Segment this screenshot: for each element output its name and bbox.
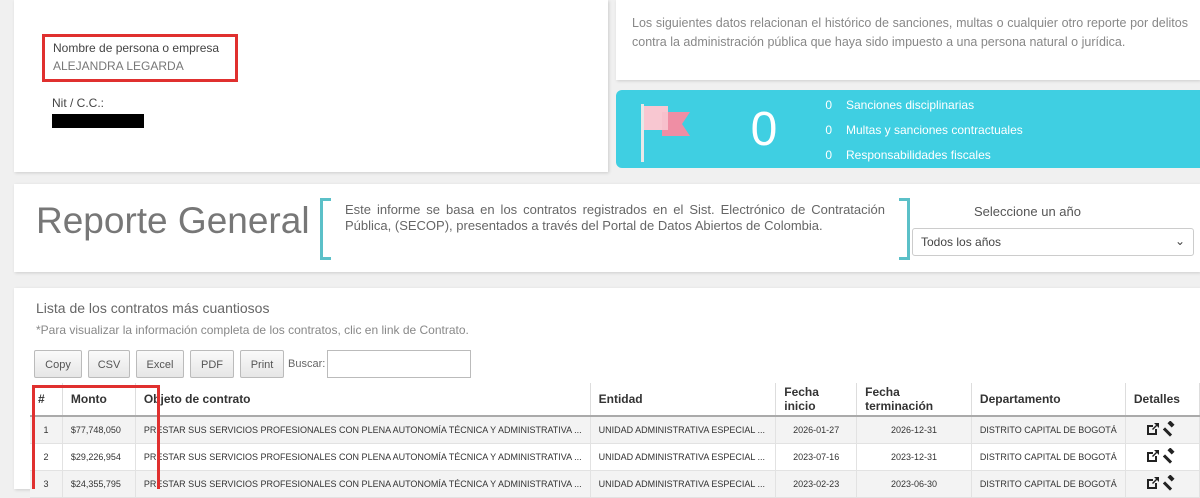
row-departamento: DISTRITO CAPITAL DE BOGOTÁ	[971, 443, 1126, 471]
nit-redacted-value	[52, 114, 144, 128]
chevron-down-icon: ⌄	[1174, 234, 1185, 248]
table-row: 1 $77,748,050 PRESTAR SUS SERVICIOS PROF…	[30, 416, 1200, 444]
contracts-card: Lista de los contratos más cuantiosos *P…	[14, 288, 1200, 498]
stats-card: 0 0 Sanciones disciplinarias 0 Multas y sa…	[616, 90, 1200, 168]
gavel-icon[interactable]	[1163, 448, 1179, 464]
row-departamento: DISTRITO CAPITAL DE BOGOTÁ	[971, 470, 1126, 498]
row-monto: $29,226,954	[62, 443, 136, 471]
row-fecha-fin: 2026-12-31	[856, 416, 972, 444]
row-departamento: DISTRITO CAPITAL DE BOGOTÁ	[971, 416, 1126, 444]
flag-icon	[641, 104, 690, 162]
copy-button[interactable]: Copy	[34, 350, 82, 378]
year-select-label: Seleccione un año	[974, 204, 1081, 219]
stat-label: Sanciones disciplinarias	[846, 98, 975, 112]
stat-count: 0	[825, 148, 832, 162]
column-header[interactable]: Entidad	[590, 383, 777, 417]
person-card: Nombre de persona o empresa ALEJANDRA LE…	[14, 0, 608, 172]
person-name-label: Nombre de persona o empresa	[53, 41, 220, 55]
external-link-icon[interactable]	[1145, 421, 1161, 437]
stat-sanciones-disciplinarias: 0 Sanciones disciplinarias	[812, 98, 974, 112]
table-row: 3 $24,355,795 PRESTAR SUS SERVICIOS PROF…	[30, 470, 1200, 498]
column-header[interactable]: Objeto de contrato	[135, 383, 591, 417]
row-fecha-inicio: 2023-07-16	[775, 443, 858, 471]
row-objeto-link[interactable]: PRESTAR SUS SERVICIOS PROFESIONALES CON …	[135, 470, 591, 498]
report-description: Este informe se basa en los contratos re…	[345, 202, 885, 233]
contracts-table: # Monto Objeto de contrato Entidad Fecha…	[30, 383, 1200, 498]
column-header[interactable]: Fecha inicio	[775, 383, 858, 417]
row-number: 2	[30, 443, 63, 471]
nit-label: Nit / C.C.:	[52, 96, 105, 110]
row-entidad: UNIDAD ADMINISTRATIVA ESPECIAL ...	[590, 470, 777, 498]
stat-count: 0	[825, 123, 832, 137]
gavel-icon[interactable]	[1163, 421, 1179, 437]
report-title: Reporte General	[36, 200, 310, 241]
year-select[interactable]: Todos los años ⌄	[912, 228, 1194, 256]
contracts-list-title: Lista de los contratos más cuantiosos	[36, 300, 270, 316]
row-objeto-link[interactable]: PRESTAR SUS SERVICIOS PROFESIONALES CON …	[135, 416, 591, 444]
column-header[interactable]: Detalles	[1125, 383, 1200, 417]
search-label: Buscar:	[288, 358, 326, 370]
row-objeto-link[interactable]: PRESTAR SUS SERVICIOS PROFESIONALES CON …	[135, 443, 591, 471]
external-link-icon[interactable]	[1145, 448, 1161, 464]
row-monto: $24,355,795	[62, 470, 136, 498]
year-selected-value: Todos los años	[921, 235, 1002, 249]
row-fecha-inicio: 2026-01-27	[775, 416, 858, 444]
report-description-bracket: Este informe se basa en los contratos re…	[320, 198, 910, 260]
table-row: 2 $29,226,954 PRESTAR SUS SERVICIOS PROF…	[30, 443, 1200, 471]
row-entidad: UNIDAD ADMINISTRATIVA ESPECIAL ...	[590, 416, 777, 444]
contracts-list-note: *Para visualizar la información completa…	[36, 323, 469, 337]
row-fecha-inicio: 2023-02-23	[775, 470, 858, 498]
row-number: 1	[30, 416, 63, 444]
stat-responsabilidades-fiscales: 0 Responsabilidades fiscales	[812, 148, 991, 162]
table-header-row: # Monto Objeto de contrato Entidad Fecha…	[30, 383, 1200, 417]
row-detalles	[1125, 416, 1200, 444]
column-header[interactable]: Departamento	[971, 383, 1126, 417]
column-header[interactable]: Monto	[62, 383, 136, 417]
print-button[interactable]: Print	[240, 350, 284, 378]
row-detalles	[1125, 470, 1200, 498]
person-name-value: ALEJANDRA LEGARDA	[53, 59, 184, 73]
search-input[interactable]	[327, 350, 471, 378]
row-fecha-fin: 2023-06-30	[856, 470, 972, 498]
description-text: Los siguientes datos relacionan el histó…	[632, 16, 1188, 49]
report-general-card: Reporte General Este informe se basa en …	[14, 184, 1200, 272]
stat-label: Multas y sanciones contractuales	[846, 123, 1023, 137]
description-card: Los siguientes datos relacionan el histó…	[616, 0, 1200, 80]
column-header[interactable]: #	[30, 383, 63, 417]
row-entidad: UNIDAD ADMINISTRATIVA ESPECIAL ...	[590, 443, 777, 471]
row-detalles	[1125, 443, 1200, 471]
nit-block: Nit / C.C.:	[52, 96, 144, 128]
person-name-box: Nombre de persona o empresa ALEJANDRA LE…	[42, 34, 238, 82]
stats-total: 0	[750, 103, 778, 156]
column-header[interactable]: Fecha terminación	[856, 383, 972, 417]
stat-multas-sanciones: 0 Multas y sanciones contractuales	[812, 123, 1023, 137]
stat-count: 0	[825, 98, 832, 112]
pdf-button[interactable]: PDF	[190, 350, 234, 378]
stat-label: Responsabilidades fiscales	[846, 148, 991, 162]
row-fecha-fin: 2023-12-31	[856, 443, 972, 471]
excel-button[interactable]: Excel	[136, 350, 184, 378]
row-number: 3	[30, 470, 63, 498]
row-monto: $77,748,050	[62, 416, 136, 444]
csv-button[interactable]: CSV	[88, 350, 130, 378]
